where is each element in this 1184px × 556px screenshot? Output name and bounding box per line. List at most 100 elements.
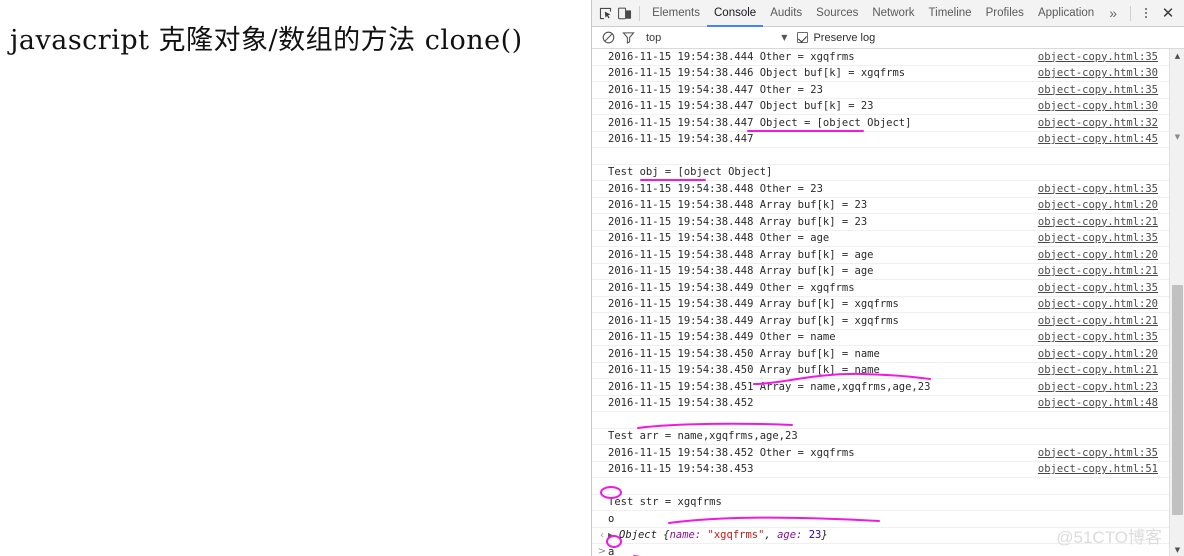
console-source-link[interactable]: object-copy.html:23 [1038, 381, 1178, 393]
console-filter-bar: top ▼ Preserve log [592, 27, 1184, 49]
console-log-text: 2016-11-15 19:54:38.447 Other = 23 [608, 83, 823, 96]
console-log-row: Test str = xgqfrms [592, 495, 1184, 511]
tab-elements[interactable]: Elements [645, 0, 707, 27]
chevron-down-icon[interactable]: ▼ [781, 33, 787, 42]
devtools-menu-icon[interactable] [1136, 2, 1156, 24]
console-prompt-row-array[interactable]: > a [592, 544, 1184, 556]
console-log-row: 2016-11-15 19:54:38.448 Array buf[k] = a… [592, 247, 1184, 264]
output-marker-icon: ‹ [600, 529, 604, 541]
console-log-text: 2016-11-15 19:54:38.447 Object buf[k] = … [608, 100, 874, 113]
clear-console-icon[interactable] [598, 28, 618, 48]
console-source-link[interactable]: object-copy.html:21 [1038, 315, 1178, 327]
console-source-link[interactable]: object-copy.html:30 [1038, 67, 1178, 79]
console-log-text: 2016-11-15 19:54:38.451 Array = name,xgq… [608, 380, 931, 393]
preserve-log-checkbox[interactable] [797, 32, 809, 43]
console-source-link[interactable]: object-copy.html:30 [1038, 100, 1178, 112]
tab-sources[interactable]: Sources [809, 0, 865, 27]
console-source-link[interactable]: object-copy.html:20 [1038, 298, 1178, 310]
console-source-link[interactable]: object-copy.html:21 [1038, 216, 1178, 228]
console-log-text: 2016-11-15 19:54:38.446 Object buf[k] = … [608, 67, 906, 80]
tab-timeline[interactable]: Timeline [922, 0, 979, 27]
tab-profiles[interactable]: Profiles [979, 0, 1031, 27]
console-source-link[interactable]: object-copy.html:35 [1038, 183, 1178, 195]
console-context-select[interactable]: top [646, 32, 661, 44]
expand-triangle-icon[interactable]: ▶ [608, 531, 617, 540]
console-log-text: 2016-11-15 19:54:38.448 Other = 23 [608, 182, 823, 195]
console-log-text: 2016-11-15 19:54:38.448 Other = age [608, 232, 830, 245]
console-input-array[interactable]: a [608, 546, 614, 556]
console-scrollbar[interactable]: ▲ ▼ ▼ [1169, 49, 1184, 556]
console-log-text: 2016-11-15 19:54:38.449 Other = xgqfrms [608, 281, 855, 294]
console-source-link[interactable]: object-copy.html:35 [1038, 232, 1178, 244]
console-source-link[interactable]: object-copy.html:35 [1038, 331, 1178, 343]
object-key-age: age: [777, 529, 809, 542]
console-input-object[interactable]: o [608, 513, 614, 525]
console-log-text: 2016-11-15 19:54:38.448 Array buf[k] = a… [608, 248, 874, 261]
scrollbar-thumb[interactable] [1172, 285, 1183, 515]
console-result-object-row[interactable]: ‹ ▶ Object {name: "xgqfrms", age: 23} [592, 528, 1184, 544]
toolbar-divider-right [1130, 5, 1131, 21]
console-source-link[interactable]: object-copy.html:35 [1038, 447, 1178, 459]
console-log-row: 2016-11-15 19:54:38.449 Other = xgqfrms o… [592, 280, 1184, 297]
toolbar-right-group: ✕ [1125, 2, 1180, 24]
close-icon[interactable]: ✕ [1156, 2, 1180, 24]
console-blank-row [592, 148, 1184, 165]
tab-audits[interactable]: Audits [763, 0, 809, 27]
console-log-row: 2016-11-15 19:54:38.451 Array = name,xgq… [592, 379, 1184, 396]
toolbar-divider [639, 5, 641, 21]
console-source-link[interactable]: object-copy.html:21 [1038, 364, 1178, 376]
console-log-text: 2016-11-15 19:54:38.450 Array buf[k] = n… [608, 347, 880, 360]
scroll-down-icon[interactable]: ▼ [1170, 543, 1184, 556]
console-log-row: 2016-11-15 19:54:38.448 Array buf[k] = a… [592, 264, 1184, 280]
console-log-row: 2016-11-15 19:54:38.447 Object buf[k] = … [592, 99, 1184, 115]
tab-network[interactable]: Network [865, 0, 921, 27]
console-log-text: 2016-11-15 19:54:38.449 Array buf[k] = x… [608, 298, 899, 311]
console-log-text: 2016-11-15 19:54:38.452 Other = xgqfrms [608, 446, 855, 459]
console-log-text: 2016-11-15 19:54:38.448 Array buf[k] = 2… [608, 199, 868, 212]
screenshot-root: javascript 克隆对象/数组的方法 clone() Elements Co… [0, 0, 1184, 556]
console-source-link[interactable]: object-copy.html:20 [1038, 199, 1178, 211]
console-log-text: 2016-11-15 19:54:38.449 Other = name [608, 331, 836, 344]
console-log-row: 2016-11-15 19:54:38.448 Other = age objec… [592, 231, 1184, 247]
object-key-name: name: [669, 529, 708, 542]
console-source-link[interactable]: object-copy.html:35 [1038, 84, 1178, 96]
page-title: javascript 克隆对象/数组的方法 clone() [10, 25, 523, 56]
object-value-name: "xgqfrms" [707, 529, 765, 542]
tab-console[interactable]: Console [707, 0, 763, 27]
console-log-text: 2016-11-15 19:54:38.450 Array buf[k] = n… [608, 364, 880, 377]
console-source-link[interactable]: object-copy.html:35 [1038, 51, 1178, 63]
object-separator: , [764, 529, 778, 542]
console-log-rows: 2016-11-15 19:54:38.444 Other = xgqfrms o… [592, 49, 1184, 511]
console-source-link[interactable]: object-copy.html:35 [1038, 282, 1178, 294]
object-constructor-label: Object [619, 529, 664, 542]
console-log-row: 2016-11-15 19:54:38.449 Array buf[k] = x… [592, 297, 1184, 313]
tab-application[interactable]: Application [1031, 0, 1101, 27]
console-source-link[interactable]: object-copy.html:48 [1038, 397, 1178, 409]
console-message-list[interactable]: 2016-11-15 19:54:38.444 Other = xgqfrms o… [592, 49, 1184, 556]
inspect-element-icon[interactable] [596, 2, 615, 24]
console-source-link[interactable]: object-copy.html:21 [1038, 265, 1178, 277]
console-blank-row [592, 478, 1184, 495]
console-source-link[interactable]: object-copy.html:20 [1038, 249, 1178, 261]
preserve-log-toggle[interactable]: Preserve log [797, 32, 875, 44]
console-prompt-row-object[interactable]: o [592, 511, 1184, 528]
filter-icon[interactable] [618, 28, 638, 48]
console-log-row: Test obj = [object Object] [592, 165, 1184, 181]
console-log-row: 2016-11-15 19:54:38.452 object-copy.html:… [592, 396, 1184, 412]
console-source-link[interactable]: object-copy.html:32 [1038, 117, 1178, 129]
console-source-link[interactable]: object-copy.html:45 [1038, 133, 1178, 145]
console-log-text: 2016-11-15 19:54:38.447 Object = [object… [608, 116, 912, 129]
console-log-row: 2016-11-15 19:54:38.452 Other = xgqfrms o… [592, 445, 1184, 462]
console-log-row: 2016-11-15 19:54:38.446 Object buf[k] = … [592, 66, 1184, 82]
console-log-row: 2016-11-15 19:54:38.449 Other = name obje… [592, 330, 1184, 346]
scroll-up-icon[interactable]: ▲ [1170, 49, 1184, 62]
more-tabs-icon[interactable]: » [1101, 0, 1125, 27]
console-source-link[interactable]: object-copy.html:51 [1038, 463, 1178, 475]
console-log-row: 2016-11-15 19:54:38.453 object-copy.html:… [592, 462, 1184, 478]
scrollbar-marker-icon: ▼ [1174, 133, 1181, 141]
console-source-link[interactable]: object-copy.html:20 [1038, 348, 1178, 360]
device-toolbar-icon[interactable] [615, 2, 634, 24]
console-log-text: Test str = xgqfrms [608, 496, 722, 509]
console-log-text: 2016-11-15 19:54:38.448 Array buf[k] = a… [608, 265, 874, 278]
console-log-row: 2016-11-15 19:54:38.447 object-copy.html:… [592, 132, 1184, 148]
